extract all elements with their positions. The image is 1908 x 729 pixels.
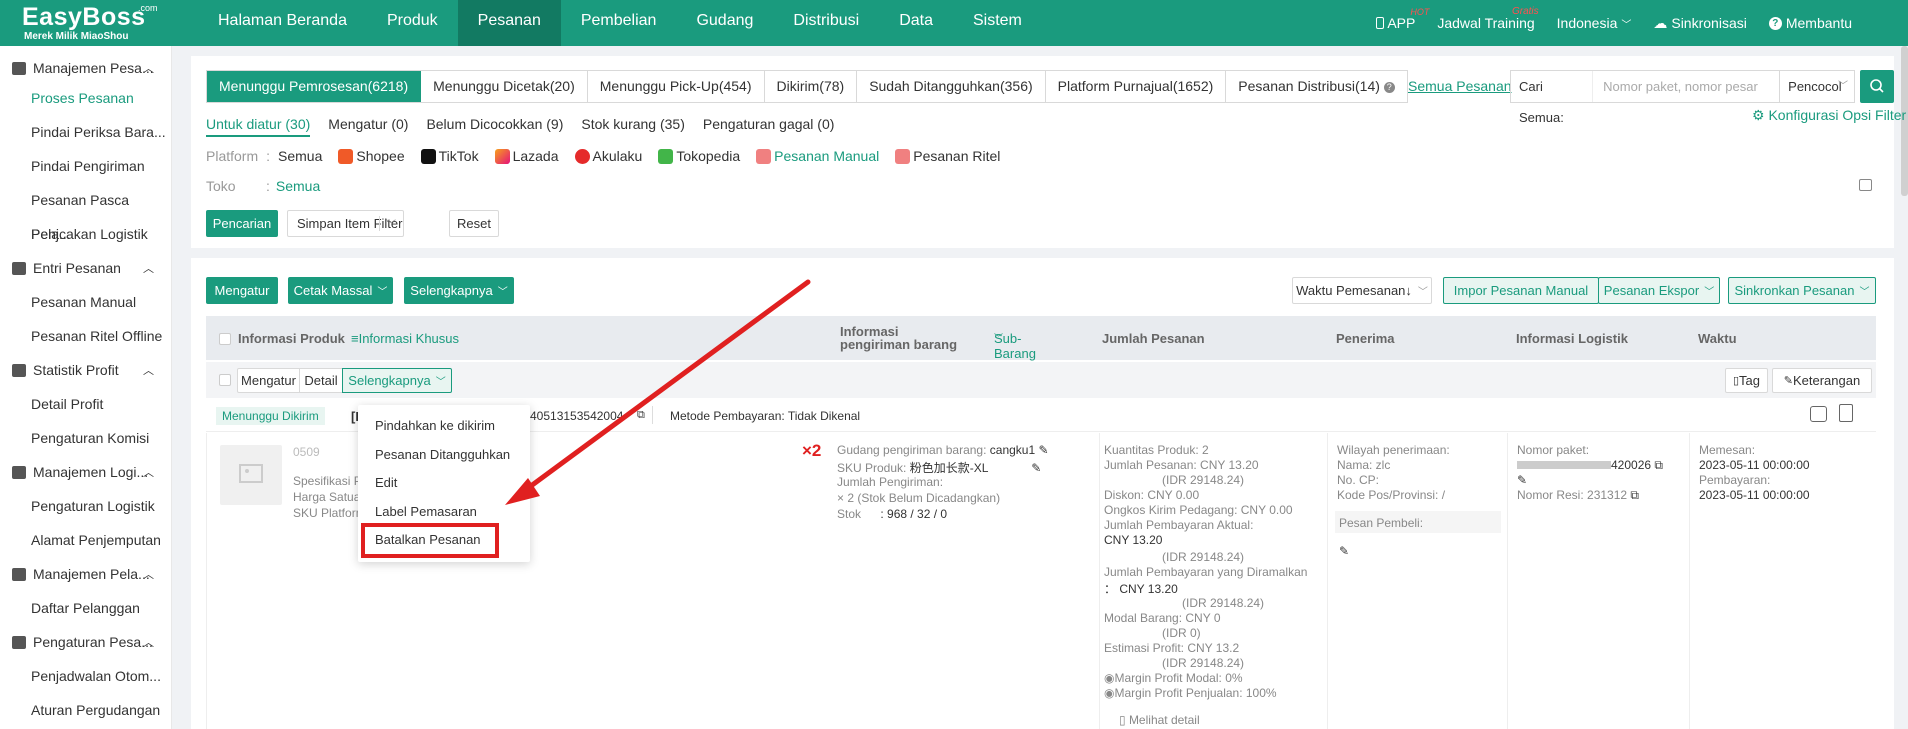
annotation-arrow [505, 279, 811, 505]
